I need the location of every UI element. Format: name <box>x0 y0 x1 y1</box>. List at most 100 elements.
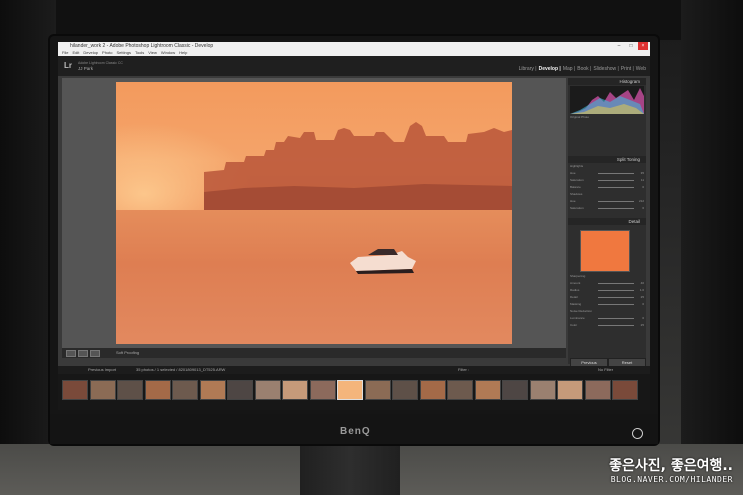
filmstrip-thumb[interactable] <box>419 380 446 400</box>
filmstrip-thumb[interactable] <box>612 380 638 400</box>
menu-item-edit[interactable]: Edit <box>72 50 79 55</box>
slider-track[interactable] <box>598 187 634 188</box>
slider-hue[interactable]: Hue 35 <box>570 171 644 176</box>
slider-saturation[interactable]: Saturation 11 <box>570 178 644 183</box>
slider-detail[interactable]: Detail 25 <box>570 295 644 300</box>
river-water <box>116 210 512 344</box>
slider-track[interactable] <box>598 325 634 326</box>
slider-track[interactable] <box>598 318 634 319</box>
detail-header[interactable]: Detail <box>568 218 646 225</box>
module-map[interactable]: Map | <box>563 66 575 72</box>
compare-button[interactable] <box>90 350 100 357</box>
slider-amount[interactable]: Amount 40 <box>570 281 644 286</box>
slider-saturation[interactable]: Saturation 6 <box>570 206 644 211</box>
monitor-hood-right <box>681 0 743 452</box>
histogram-header[interactable]: Histogram <box>568 78 646 85</box>
slider-value[interactable]: 0 <box>642 302 644 307</box>
before-after-button[interactable] <box>78 350 88 357</box>
filmstrip-thumb[interactable] <box>447 380 473 400</box>
slider-hue[interactable]: Hue 212 <box>570 199 644 204</box>
filmstrip-thumb[interactable] <box>529 380 556 400</box>
screen: hilander_work 2 - Adobe Photoshop Lightr… <box>58 42 650 410</box>
slider-label: Amount <box>570 281 581 285</box>
menu-item-file[interactable]: File <box>62 50 68 55</box>
menu-item-tools[interactable]: Tools <box>135 50 144 55</box>
filmstrip-thumb[interactable] <box>172 380 198 400</box>
slider-balance[interactable]: Balance 0 <box>570 185 644 190</box>
slider-sharpening[interactable]: Sharpening <box>570 274 644 279</box>
menu-item-photo[interactable]: Photo <box>102 50 112 55</box>
slider-value[interactable]: 1.0 <box>640 288 644 293</box>
filmstrip-thumb[interactable] <box>199 380 226 400</box>
split-toning-header[interactable]: Split Toning <box>568 156 646 163</box>
watermark: 좋은사진, 좋은여행.. BLOG.NAVER.COM/HILANDER <box>609 455 733 484</box>
slider-track[interactable] <box>598 283 634 284</box>
module-library[interactable]: Library | <box>519 66 537 72</box>
minimize-icon[interactable]: – <box>614 42 624 50</box>
monitor-stand <box>300 444 400 495</box>
window-title: hilander_work 2 - Adobe Photoshop Lightr… <box>70 43 214 49</box>
slider-track[interactable] <box>598 173 634 174</box>
filmstrip-thumb[interactable] <box>62 380 88 400</box>
slider-track[interactable] <box>598 290 634 291</box>
slider-noise-reduction[interactable]: Noise Reduction <box>570 309 644 314</box>
slider-masking[interactable]: Masking 0 <box>570 302 644 307</box>
view-mode-button[interactable] <box>66 350 76 357</box>
filmstrip-thumb[interactable] <box>557 380 583 400</box>
slider-track[interactable] <box>598 304 634 305</box>
slider-value[interactable]: 35 <box>641 171 644 176</box>
module-web[interactable]: Web <box>636 66 646 72</box>
filmstrip-thumb[interactable] <box>89 380 116 400</box>
module-develop[interactable]: Develop | <box>539 66 561 72</box>
close-icon[interactable]: × <box>638 42 648 50</box>
filmstrip-thumb[interactable] <box>309 380 336 400</box>
module-book[interactable]: Book | <box>577 66 591 72</box>
lr-logo: Lr <box>64 61 72 70</box>
module-print[interactable]: Print | <box>621 66 634 72</box>
soft-proofing-label[interactable]: Soft Proofing <box>116 348 139 358</box>
filmstrip-thumb[interactable] <box>502 380 528 400</box>
filter-dropdown[interactable]: No Filter <box>598 366 613 374</box>
filmstrip-thumb[interactable] <box>227 380 253 400</box>
filmstrip-source[interactable]: Previous Import <box>88 366 116 374</box>
slider-label: Hue <box>570 171 576 175</box>
slider-value[interactable]: 25 <box>641 323 644 328</box>
detail-preview[interactable] <box>580 230 630 272</box>
module-slideshow[interactable]: Slideshow | <box>593 66 618 72</box>
slider-track[interactable] <box>598 297 634 298</box>
slider-luminance[interactable]: Luminance 0 <box>570 316 644 321</box>
slider-value[interactable]: 0 <box>642 316 644 321</box>
filmstrip-thumb[interactable] <box>254 380 281 400</box>
slider-value[interactable]: 0 <box>642 185 644 190</box>
slider-value[interactable]: 40 <box>641 281 644 286</box>
filmstrip-thumb[interactable] <box>337 380 363 400</box>
slider-track[interactable] <box>598 180 634 181</box>
slider-value[interactable]: 11 <box>641 178 644 183</box>
menu-item-window[interactable]: Window <box>161 50 175 55</box>
slider-highlights[interactable]: Highlights <box>570 164 644 169</box>
filmstrip-thumb[interactable] <box>282 380 308 400</box>
maximize-icon[interactable]: □ <box>626 42 636 50</box>
filmstrip-thumb[interactable] <box>474 380 501 400</box>
filmstrip-thumb[interactable] <box>144 380 171 400</box>
filmstrip-thumb[interactable] <box>117 380 143 400</box>
menu-item-settings[interactable]: Settings <box>117 50 131 55</box>
slider-value[interactable]: 6 <box>642 206 644 211</box>
filter-label: Filter : <box>458 367 470 372</box>
image-canvas[interactable] <box>62 78 566 348</box>
slider-color[interactable]: Color 25 <box>570 323 644 328</box>
slider-track[interactable] <box>598 208 634 209</box>
filmstrip-thumb[interactable] <box>364 380 391 400</box>
slider-track[interactable] <box>598 201 634 202</box>
slider-shadows[interactable]: Shadows <box>570 192 644 197</box>
menu-item-help[interactable]: Help <box>179 50 187 55</box>
menu-item-develop[interactable]: Develop <box>83 50 98 55</box>
filmstrip-thumb[interactable] <box>392 380 418 400</box>
slider-value[interactable]: 212 <box>639 199 644 204</box>
identity-plate-line2: JJ Park <box>78 66 94 71</box>
slider-radius[interactable]: Radius 1.0 <box>570 288 644 293</box>
power-button[interactable] <box>632 428 643 439</box>
menu-item-view[interactable]: View <box>148 50 157 55</box>
slider-value[interactable]: 25 <box>641 295 644 300</box>
filmstrip-thumb[interactable] <box>584 380 611 400</box>
